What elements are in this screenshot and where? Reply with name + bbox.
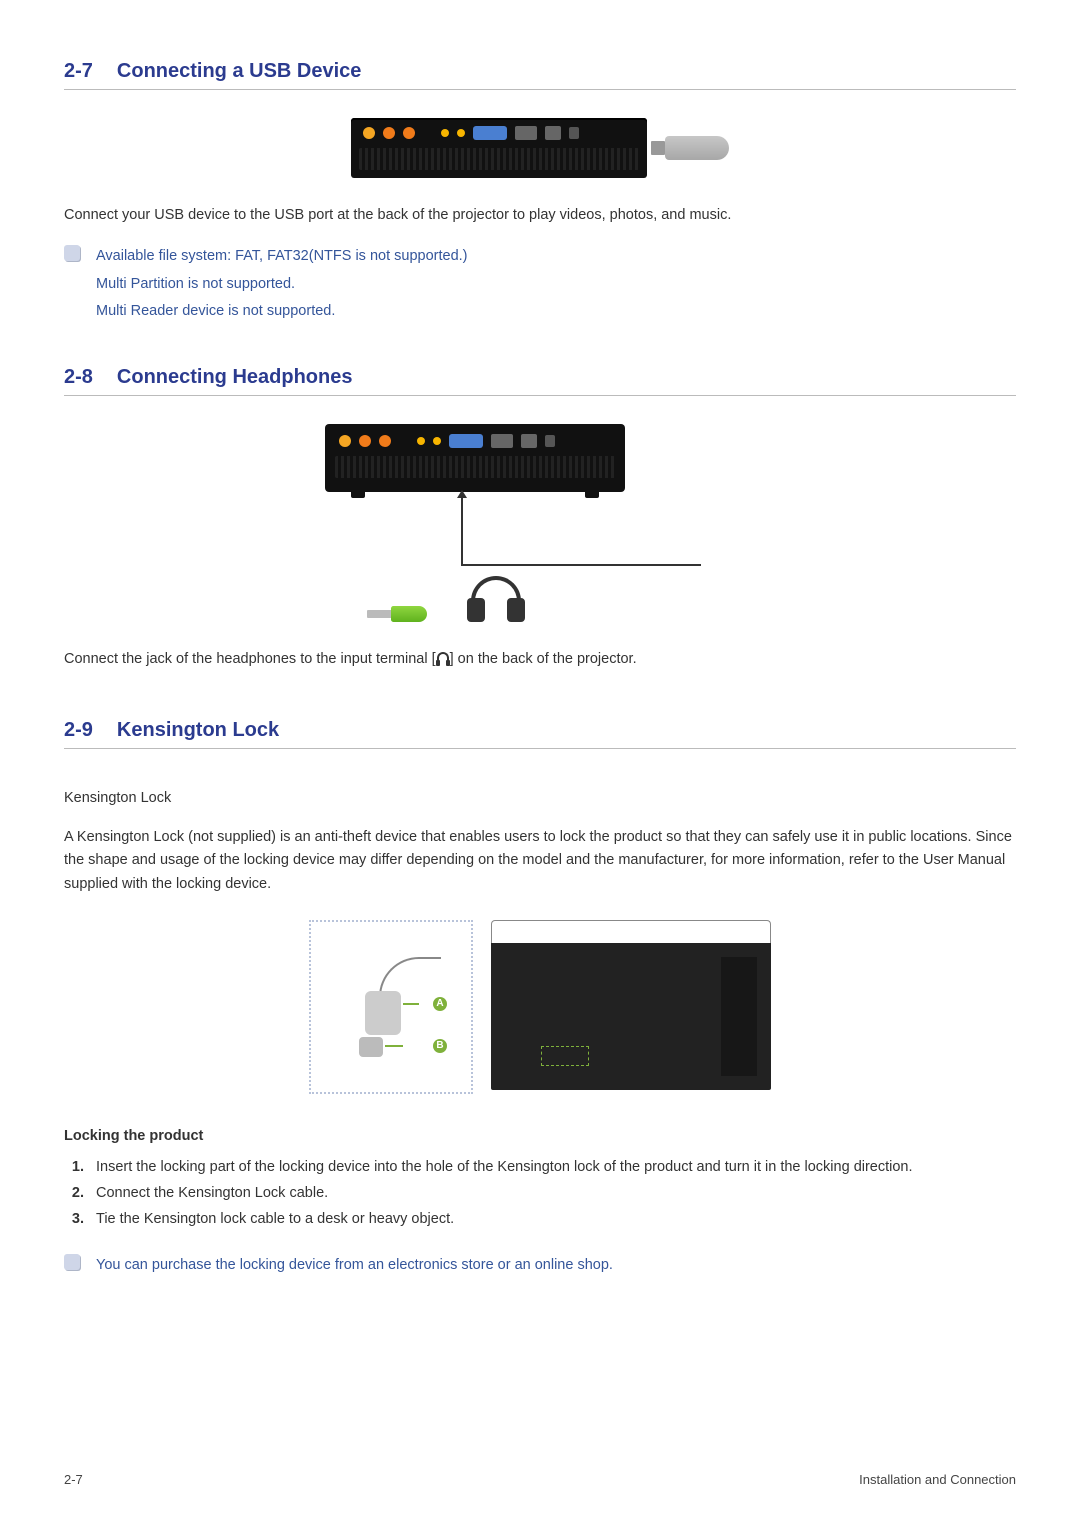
callout-label-b: B	[433, 1039, 447, 1053]
kensington-illustration: A B	[64, 920, 1016, 1094]
section-title: Connecting a USB Device	[117, 60, 362, 83]
note-line: Multi Partition is not supported.	[96, 271, 468, 299]
projector-back-icon	[325, 424, 625, 492]
section-heading-2-8: 2-8 Connecting Headphones	[64, 366, 1016, 396]
headphone-illustration	[64, 424, 1016, 622]
locking-heading: Locking the product	[64, 1128, 1016, 1144]
list-item: Tie the Kensington lock cable to a desk …	[88, 1206, 1016, 1232]
section-title: Connecting Headphones	[117, 366, 353, 389]
callout-label-a: A	[433, 997, 447, 1011]
headphone-description: Connect the jack of the headphones to th…	[64, 648, 1016, 671]
note-block: Available file system: FAT, FAT32(NTFS i…	[64, 243, 1016, 326]
list-item: Insert the locking part of the locking d…	[88, 1154, 1016, 1180]
section-heading-2-7: 2-7 Connecting a USB Device	[64, 60, 1016, 90]
usb-illustration	[64, 118, 1016, 178]
kensington-body: A Kensington Lock (not supplied) is an a…	[64, 826, 1016, 896]
note-icon	[64, 245, 80, 261]
footer-page-ref: 2-7	[64, 1472, 83, 1487]
section-title: Kensington Lock	[117, 719, 279, 742]
section-number: 2-9	[64, 719, 93, 742]
footer-chapter: Installation and Connection	[859, 1472, 1016, 1487]
note-line: You can purchase the locking device from…	[96, 1252, 613, 1280]
note-line: Multi Reader device is not supported.	[96, 298, 468, 326]
note-icon	[64, 1254, 80, 1270]
projector-bottom-icon	[491, 920, 771, 1090]
headphones-inline-icon	[436, 652, 450, 666]
note-block: You can purchase the locking device from…	[64, 1252, 1016, 1280]
projector-back-icon	[351, 118, 647, 178]
usb-stick-icon	[665, 136, 729, 160]
section-heading-2-9: 2-9 Kensington Lock	[64, 719, 1016, 749]
list-item: Connect the Kensington Lock cable.	[88, 1180, 1016, 1206]
section-number: 2-7	[64, 60, 93, 83]
kensington-subtitle: Kensington Lock	[64, 787, 1016, 810]
locking-steps: Insert the locking part of the locking d…	[64, 1154, 1016, 1232]
usb-description: Connect your USB device to the USB port …	[64, 204, 1016, 227]
note-line: Available file system: FAT, FAT32(NTFS i…	[96, 243, 468, 271]
kensington-lock-diagram: A B	[309, 920, 473, 1094]
headphones-icon	[467, 576, 525, 622]
audio-plug-icon	[391, 606, 427, 622]
section-number: 2-8	[64, 366, 93, 389]
wire-path-icon	[461, 496, 701, 566]
